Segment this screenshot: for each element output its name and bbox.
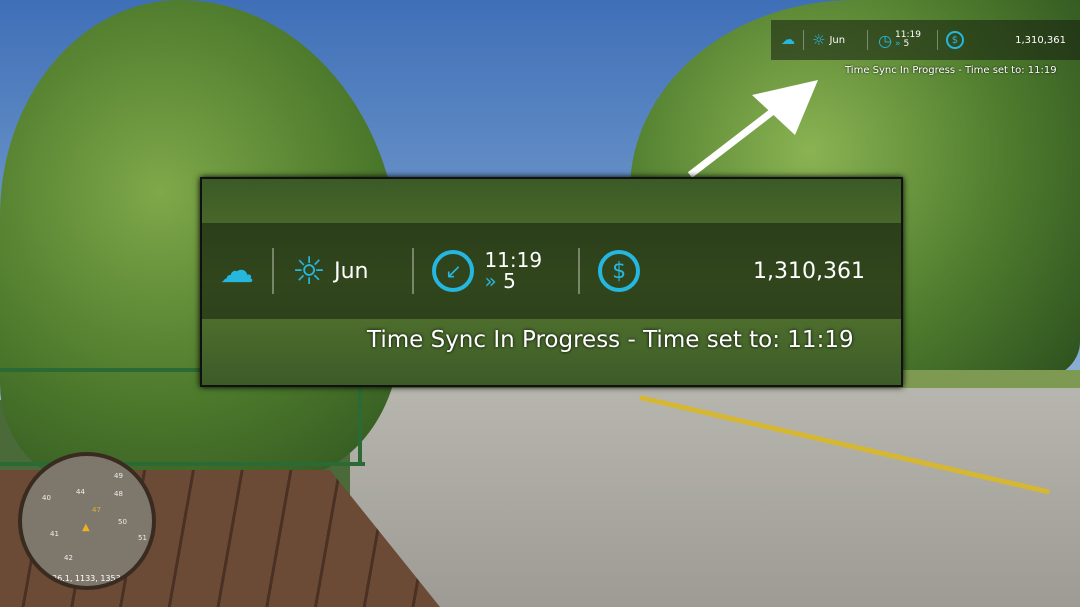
field-label: 41 bbox=[50, 530, 59, 538]
fast-forward-icon: » bbox=[484, 269, 497, 293]
time-scale: 5 bbox=[503, 269, 516, 293]
field-label: 40 bbox=[42, 494, 51, 502]
zoomed-hud-callout: ☁ ☼ Jun ↙ 11:19» 5 $ 1,310,361 Time Sync… bbox=[200, 177, 903, 387]
cloud-icon: ☁ bbox=[220, 251, 254, 291]
field-label: 48 bbox=[114, 490, 123, 498]
field-label: 42 bbox=[64, 554, 73, 562]
money: 1,310,361 bbox=[753, 258, 865, 284]
field-label: 44 bbox=[76, 488, 85, 496]
dollar-coin-icon: $ bbox=[598, 250, 641, 292]
month: Jun bbox=[334, 258, 369, 284]
sun-icon: ☼ bbox=[292, 249, 327, 293]
time: 11:19 bbox=[484, 248, 543, 272]
minimap[interactable]: 40 41 42 44 47 48 49 50 51 ▲ 36.1, 1133,… bbox=[18, 452, 156, 590]
hud-bar-zoomed: ☁ ☼ Jun ↙ 11:19» 5 $ 1,310,361 bbox=[202, 223, 901, 319]
field-label: 50 bbox=[118, 518, 127, 526]
clock-icon: ↙ bbox=[432, 250, 475, 292]
notification-message: Time Sync In Progress - Time set to: 11:… bbox=[367, 327, 854, 353]
coordinates: 36.1, 1133, 1353 bbox=[52, 574, 121, 583]
field-label: 47 bbox=[92, 506, 101, 514]
field-label: 51 bbox=[138, 534, 147, 542]
field-label: 49 bbox=[114, 472, 123, 480]
player-marker-icon: ▲ bbox=[82, 522, 90, 533]
